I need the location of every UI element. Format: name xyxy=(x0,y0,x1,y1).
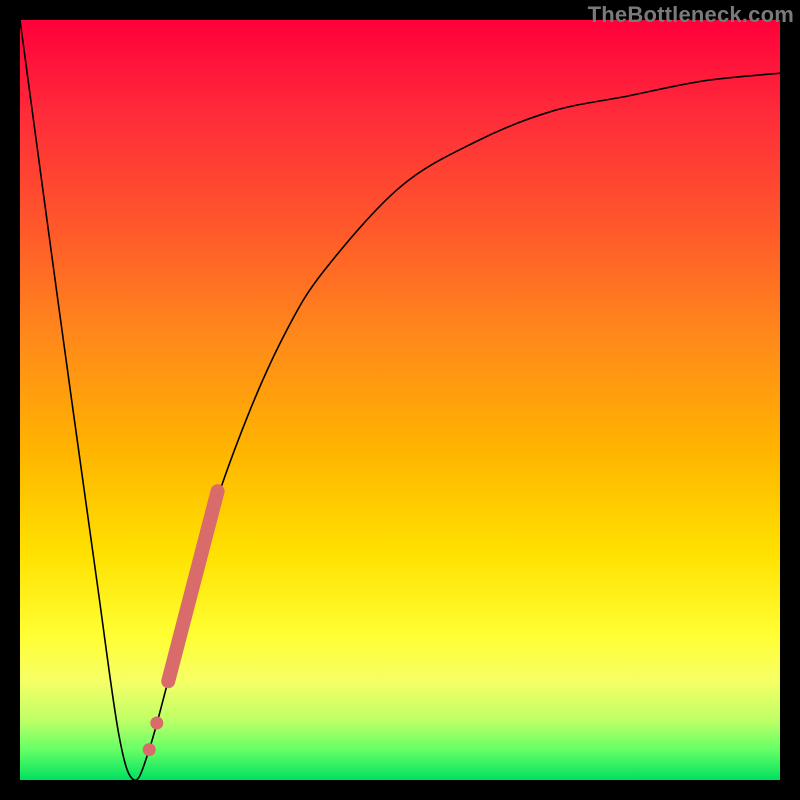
highlight-segment xyxy=(168,491,217,681)
chart-frame: TheBottleneck.com xyxy=(0,0,800,800)
highlight-dot xyxy=(143,743,156,756)
watermark-text: TheBottleneck.com xyxy=(588,2,794,28)
bottleneck-curve xyxy=(20,20,780,780)
chart-svg xyxy=(20,20,780,780)
highlight-dot xyxy=(150,717,163,730)
